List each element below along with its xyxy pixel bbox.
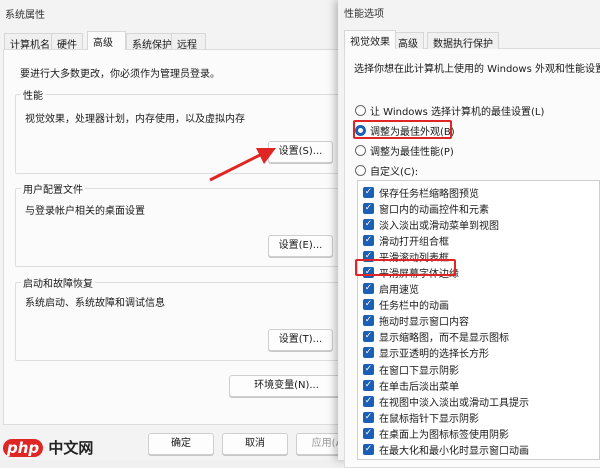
checkbox-checked-icon: ✓ xyxy=(363,427,374,439)
checkbox-checked-icon: ✓ xyxy=(363,202,374,214)
checkbox-checked-icon: ✓ xyxy=(363,218,374,230)
effect-label: 在桌面上为图标标签使用阴影 xyxy=(379,429,509,441)
effect-checkbox-item[interactable]: ✓ 显示缩略图，而不是显示图标 xyxy=(358,329,599,345)
effect-checkbox-item[interactable]: ✓ 任务栏中的动画 xyxy=(358,297,599,313)
effect-label: 在视图中淡入淡出或滑动工具提示 xyxy=(379,397,529,409)
effect-checkbox-item[interactable]: ✓ 拖动时显示窗口内容 xyxy=(358,313,599,329)
red-arrow-annotation xyxy=(209,148,276,182)
visual-effects-desc: 选择你想在此计算机上使用的 Windows 外观和性能设置。 xyxy=(354,64,600,75)
radio-label: 让 Windows 选择计算机的最佳设置(L) xyxy=(370,107,545,118)
highlight-best-appearance xyxy=(353,120,452,139)
effect-label: 显示缩略图，而不是显示图标 xyxy=(379,333,509,345)
checkbox-checked-icon: ✓ xyxy=(363,234,374,246)
effect-label: 在单击后淡出菜单 xyxy=(379,381,459,393)
effect-label: 窗口内的动画控件和元素 xyxy=(379,204,489,216)
effect-checkbox-item[interactable]: ✓ 启用速览 xyxy=(358,281,599,297)
effect-checkbox-item[interactable]: ✓ 在单击后淡出菜单 xyxy=(358,377,599,393)
effect-checkbox-item[interactable]: ✓ 保存任务栏缩略图预览 xyxy=(358,184,599,200)
admin-notice: 要进行大多数更改，你必须作为管理员登录。 xyxy=(20,69,220,80)
effect-label: 拖动时显示窗口内容 xyxy=(379,317,469,329)
effect-label: 保存任务栏缩略图预览 xyxy=(379,188,479,200)
tab-computer-name[interactable]: 计算机名 xyxy=(4,33,56,51)
checkbox-checked-icon: ✓ xyxy=(363,299,374,311)
radio-custom[interactable]: 自定义(C): xyxy=(355,163,418,178)
checkbox-checked-icon: ✓ xyxy=(363,379,374,391)
effect-label: 滑动打开组合框 xyxy=(379,236,449,248)
checkbox-checked-icon: ✓ xyxy=(363,444,374,456)
effect-label: 显示亚透明的选择长方形 xyxy=(379,349,489,361)
tab-advanced[interactable]: 高级 xyxy=(392,32,424,50)
tab-hardware[interactable]: 硬件 xyxy=(51,33,83,51)
effect-label: 在最大化和最小化时显示窗口动画 xyxy=(379,446,529,458)
radio-icon xyxy=(355,105,366,116)
effect-checkbox-item[interactable]: ✓ 窗口内的动画控件和元素 xyxy=(358,200,599,216)
system-properties-window: 系统属性 计算机名 硬件 高级 系统保护 远程 要进行大多数更改，你必须作为管理… xyxy=(0,0,362,460)
startup-legend: 启动和故障恢复 xyxy=(21,275,95,290)
effect-checkbox-item[interactable]: ✓ 在窗口下显示阴影 xyxy=(358,361,599,377)
effect-checkbox-item[interactable]: ✓ 淡入淡出或滑动菜单到视图 xyxy=(358,216,599,232)
performance-desc: 视觉效果，处理器计划，内存使用，以及虚拟内存 xyxy=(25,114,245,125)
radio-icon xyxy=(355,165,366,176)
effect-checkbox-item[interactable]: ✓ 显示亚透明的选择长方形 xyxy=(358,345,599,361)
user-profiles-desc: 与登录帐户相关的桌面设置 xyxy=(25,206,145,217)
radio-label: 调整为最佳性能(P) xyxy=(370,147,454,158)
checkbox-checked-icon: ✓ xyxy=(363,411,374,423)
watermark-logo: php 中文网 xyxy=(3,437,93,458)
effect-checkbox-item[interactable]: ✓ 在桌面上为图标标签使用阴影 xyxy=(358,425,599,441)
radio-best-performance[interactable]: 调整为最佳性能(P) xyxy=(355,143,454,158)
performance-legend: 性能 xyxy=(21,87,45,102)
user-profiles-settings-button[interactable]: 设置(E)... xyxy=(268,235,333,257)
radio-let-windows-choose[interactable]: 让 Windows 选择计算机的最佳设置(L) xyxy=(355,103,544,118)
checkbox-checked-icon: ✓ xyxy=(363,315,374,327)
checkbox-checked-icon: ✓ xyxy=(363,395,374,407)
checkbox-checked-icon: ✓ xyxy=(363,347,374,359)
window-title: 性能选项 xyxy=(344,9,384,20)
effect-label: 任务栏中的动画 xyxy=(379,301,449,313)
effect-checkbox-item[interactable]: ✓ 在视图中淡入淡出或滑动工具提示 xyxy=(358,393,599,409)
startup-desc: 系统启动、系统故障和调试信息 xyxy=(25,298,165,309)
radio-label: 自定义(C): xyxy=(370,167,419,178)
tab-advanced[interactable]: 高级 xyxy=(87,31,126,50)
effect-checkbox-item[interactable]: ✓ 滑动打开组合框 xyxy=(358,232,599,248)
tab-visual-effects[interactable]: 视觉效果 xyxy=(344,30,396,49)
user-profiles-legend: 用户配置文件 xyxy=(21,181,85,196)
environment-variables-button[interactable]: 环境变量(N)... xyxy=(229,375,344,397)
checkbox-checked-icon: ✓ xyxy=(363,331,374,343)
window-title: 系统属性 xyxy=(5,10,45,21)
ok-button[interactable]: 确定 xyxy=(148,433,214,455)
checkbox-checked-icon: ✓ xyxy=(363,363,374,375)
checkbox-checked-icon: ✓ xyxy=(363,283,374,295)
effect-label: 在窗口下显示阴影 xyxy=(379,365,459,377)
highlight-smooth-font xyxy=(355,259,456,276)
effect-checkbox-item[interactable]: ✓ 在鼠标指针下显示阴影 xyxy=(358,409,599,425)
tab-dep[interactable]: 数据执行保护 xyxy=(427,32,499,50)
visual-effects-list[interactable]: ✓ 保存任务栏缩略图预览 ✓ 窗口内的动画控件和元素 ✓ 淡入淡出或滑动菜单到视图 ✓ 滑动打… xyxy=(357,180,600,460)
effect-label: 淡入淡出或滑动菜单到视图 xyxy=(379,220,499,232)
radio-icon xyxy=(355,145,366,156)
effect-label: 启用速览 xyxy=(379,285,419,297)
effect-checkbox-item[interactable]: ✓ 在最大化和最小化时显示窗口动画 xyxy=(358,442,599,458)
checkbox-checked-icon: ✓ xyxy=(363,186,374,198)
startup-settings-button[interactable]: 设置(T)... xyxy=(268,329,333,351)
effect-label: 在鼠标指针下显示阴影 xyxy=(379,413,479,425)
cancel-button[interactable]: 取消 xyxy=(222,433,288,455)
tab-remote[interactable]: 远程 xyxy=(171,33,206,51)
